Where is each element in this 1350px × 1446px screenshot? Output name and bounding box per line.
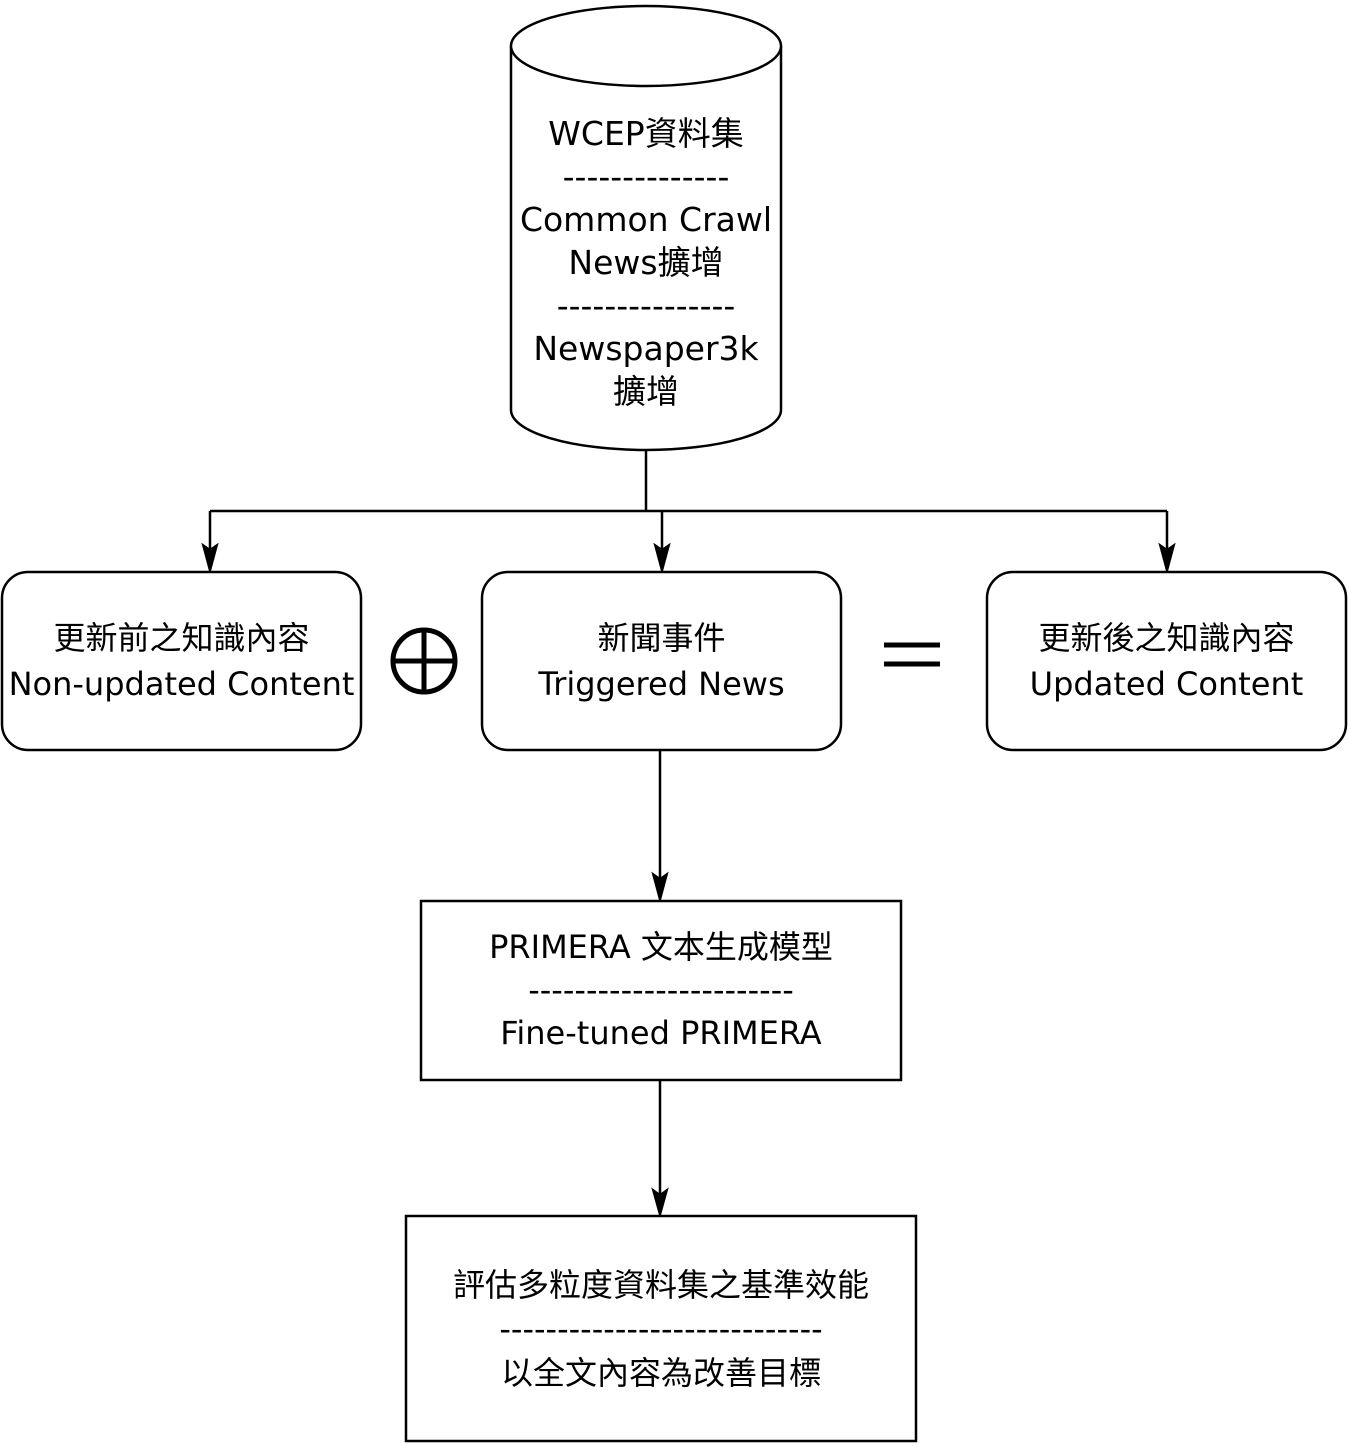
dataset-label: WCEP資料集 -------------- Common Crawl News… <box>511 110 781 415</box>
evaluation-subtitle: 以全文內容為改善目標 <box>500 1353 821 1392</box>
circled-plus-icon <box>390 627 458 695</box>
dataset-separator-1: -------------- <box>562 157 730 196</box>
arrow-to-triggered <box>653 542 671 575</box>
dataset-separator-2: --------------- <box>556 286 736 325</box>
non-updated-zh: 更新前之知識內容 <box>53 619 310 657</box>
fan-out-connector <box>208 450 1169 558</box>
evaluation-separator: ---------------------------- <box>499 1309 823 1348</box>
model-subtitle: Fine-tuned PRIMERA <box>500 1014 822 1052</box>
dataset-source-common-crawl: Common Crawl <box>519 200 773 239</box>
equals-icon <box>884 642 940 667</box>
dataset-source-news-augment: News擴增 <box>568 243 724 282</box>
evaluation-label: 評估多粒度資料集之基準效能 --------------------------… <box>406 1216 916 1441</box>
arrow-to-updated <box>1158 542 1176 575</box>
model-label: PRIMERA 文本生成模型 ----------------------- F… <box>421 901 901 1080</box>
dataset-source-newspaper3k: Newspaper3k <box>533 329 759 368</box>
updated-en: Updated Content <box>1029 665 1304 703</box>
arrow-to-model <box>651 750 669 904</box>
updated-label: 更新後之知識內容 Updated Content <box>987 572 1346 750</box>
triggered-label: 新聞事件 Triggered News <box>482 572 841 750</box>
dataset-title: WCEP資料集 <box>548 114 744 153</box>
arrow-to-non-updated <box>201 542 219 575</box>
model-separator: ----------------------- <box>528 971 794 1009</box>
updated-zh: 更新後之知識內容 <box>1038 619 1295 657</box>
evaluation-title: 評估多粒度資料集之基準效能 <box>452 1265 869 1304</box>
triggered-en: Triggered News <box>538 665 785 703</box>
model-title: PRIMERA 文本生成模型 <box>489 928 833 966</box>
dataset-source-augment: 擴增 <box>613 372 679 411</box>
non-updated-label: 更新前之知識內容 Non-updated Content <box>2 572 361 750</box>
arrow-to-evaluation <box>651 1080 669 1219</box>
triggered-zh: 新聞事件 <box>597 619 726 657</box>
non-updated-en: Non-updated Content <box>8 665 355 703</box>
